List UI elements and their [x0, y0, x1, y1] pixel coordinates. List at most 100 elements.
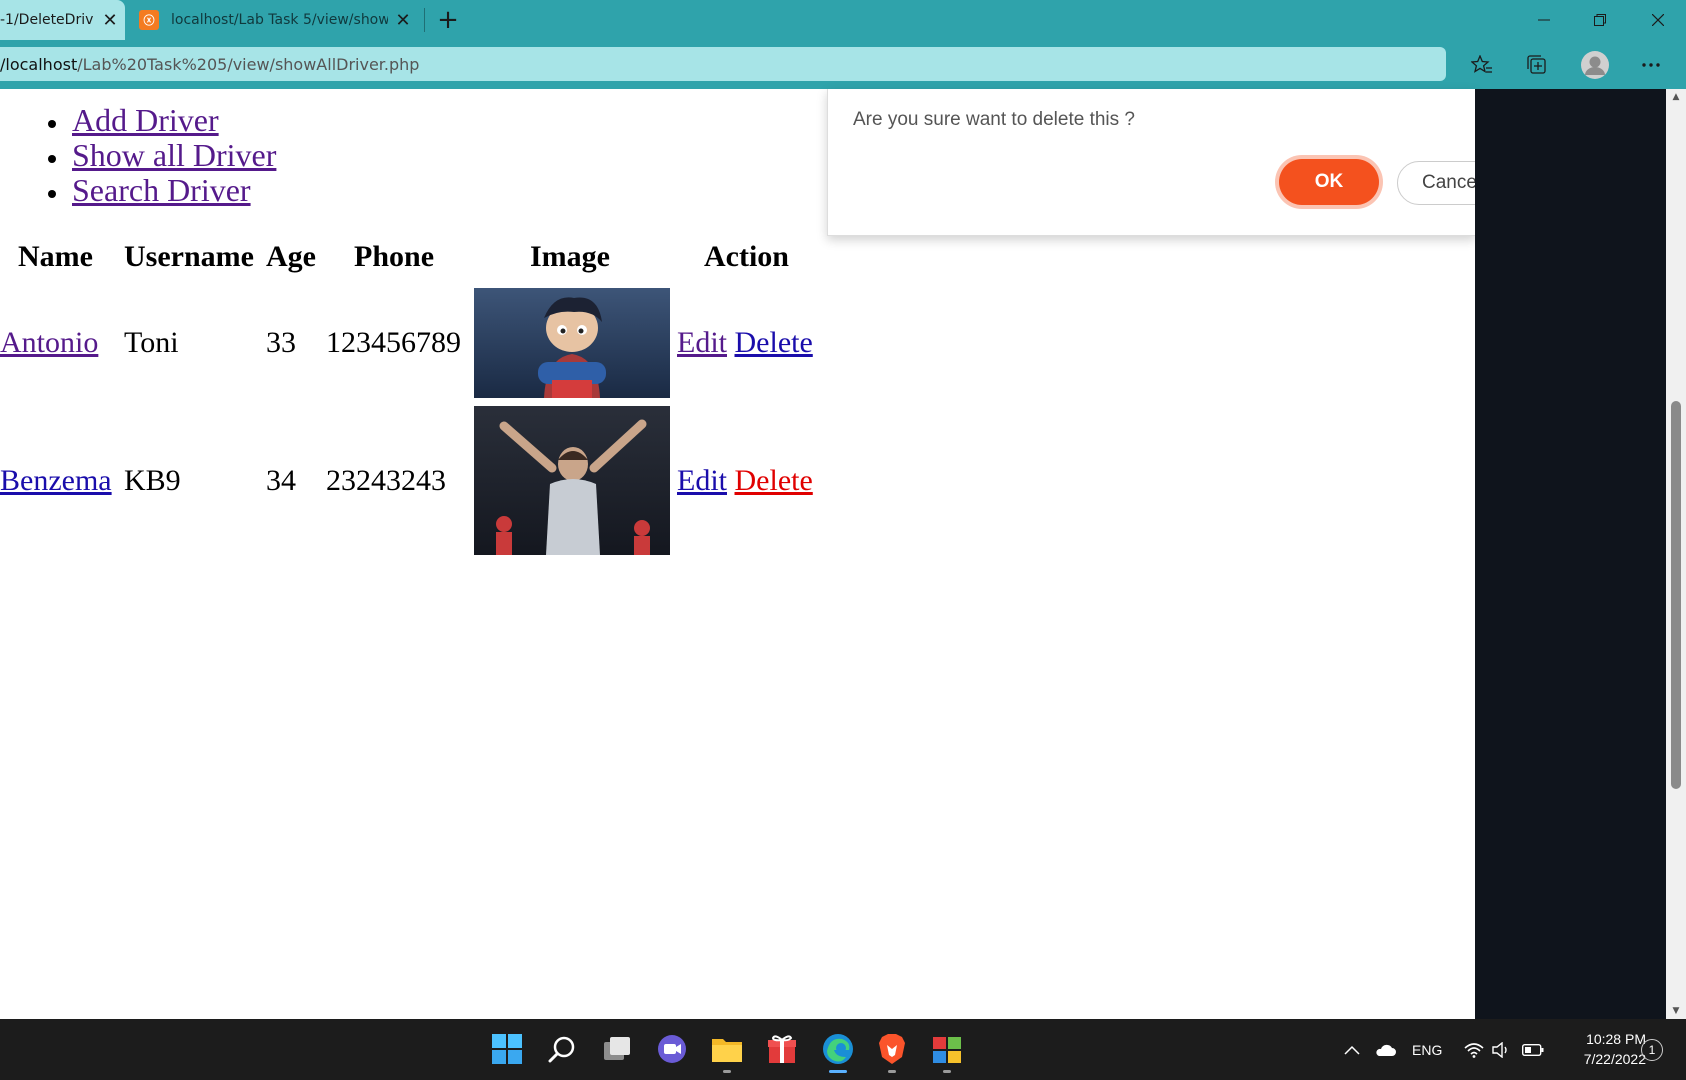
nav-item-show-all-driver: Show all Driver — [48, 138, 276, 173]
table-row-2-username: KB9 — [124, 464, 181, 497]
scroll-up-arrow-icon[interactable]: ▲ — [1666, 89, 1686, 105]
table-row-1-age: 33 — [266, 326, 296, 359]
running-indicator — [888, 1070, 896, 1073]
clock-date: 7/22/2022 — [1583, 1051, 1646, 1067]
table-row-1-username: Toni — [124, 326, 179, 359]
edit-link[interactable]: Edit — [677, 326, 727, 359]
address-bar: /localhost/Lab%20Task%205/view/showAllDr… — [0, 40, 1686, 89]
wifi-icon — [1464, 1042, 1484, 1058]
delete-link[interactable]: Delete — [735, 326, 813, 359]
start-button[interactable] — [489, 1031, 525, 1067]
side-pane — [1475, 89, 1666, 1019]
vertical-scrollbar[interactable]: ▲ ▼ — [1666, 89, 1686, 1019]
restore-button[interactable] — [1572, 0, 1628, 40]
close-window-button[interactable] — [1630, 0, 1686, 40]
driver-name-link[interactable]: Benzema — [0, 464, 112, 497]
tab-title: -1/DeleteDriv — [0, 12, 94, 28]
new-tab-button[interactable]: + — [432, 4, 464, 36]
more-icon — [1642, 63, 1660, 67]
minimize-icon — [1538, 19, 1550, 21]
url-field[interactable]: /localhost/Lab%20Task%205/view/showAllDr… — [0, 47, 1446, 81]
scroll-down-arrow-icon[interactable]: ▼ — [1666, 1003, 1686, 1019]
nav-item-search-driver: Search Driver — [48, 173, 276, 208]
clock[interactable]: 10:28 PM 7/22/2022 — [1558, 1029, 1646, 1069]
edge-browser-button[interactable] — [820, 1031, 856, 1073]
table-row-2-actions: Edit Delete — [677, 463, 813, 499]
chat-button[interactable] — [654, 1031, 690, 1067]
url-host: /localhost — [0, 54, 78, 74]
scroll-thumb[interactable] — [1671, 401, 1681, 789]
file-explorer-button[interactable] — [709, 1031, 745, 1073]
volume-button[interactable] — [1492, 1019, 1512, 1080]
header-age: Age — [266, 240, 316, 273]
tab-strip: -1/DeleteDriv ✕ ⓧ localhost/Lab Task 5/v… — [0, 0, 1686, 40]
favorites-button[interactable] — [1465, 48, 1499, 82]
battery-icon — [1522, 1043, 1544, 1056]
dialog-message: Are you sure want to delete this ? — [853, 109, 1135, 130]
show-hidden-icons-button[interactable] — [1344, 1019, 1360, 1080]
table-row-2-name: Benzema — [0, 463, 112, 499]
cancel-button[interactable]: Cance — [1397, 161, 1475, 205]
search-icon — [548, 1036, 575, 1063]
favorites-star-icon — [1471, 55, 1492, 73]
close-icon — [1652, 14, 1664, 26]
url-path: /Lab%20Task%205/view/showAllDriver.php — [77, 54, 420, 74]
collections-button[interactable] — [1520, 48, 1554, 82]
collections-icon — [1527, 55, 1546, 74]
ok-button[interactable]: OK — [1279, 159, 1379, 205]
delete-link[interactable]: Delete — [735, 464, 813, 497]
store-app-button[interactable] — [929, 1031, 965, 1073]
notification-badge[interactable]: 1 — [1641, 1039, 1663, 1061]
task-view-icon — [604, 1037, 630, 1060]
taskbar: ENG 10:28 PM 7/22/2022 1 — [0, 1019, 1686, 1080]
driver-name-link[interactable]: Antonio — [0, 326, 98, 359]
tab-title: localhost/Lab Task 5/view/showA — [171, 12, 388, 28]
tab-show-all-driver[interactable]: ⓧ localhost/Lab Task 5/view/showA ✕ — [125, 0, 418, 40]
search-button[interactable] — [544, 1031, 580, 1067]
header-image: Image — [530, 240, 610, 273]
driver-photo-benzema — [474, 406, 670, 555]
edge-icon — [823, 1034, 853, 1064]
table-row-1-name: Antonio — [0, 325, 98, 361]
profile-button[interactable] — [1578, 48, 1612, 82]
cloud-icon — [1376, 1044, 1396, 1056]
running-indicator — [723, 1070, 731, 1073]
nav-list: Add Driver Show all Driver Search Driver — [48, 103, 276, 208]
chat-icon — [658, 1035, 686, 1063]
header-phone: Phone — [354, 240, 435, 273]
xampp-icon: ⓧ — [139, 10, 159, 30]
chevron-up-icon — [1344, 1045, 1360, 1055]
add-driver-link[interactable]: Add Driver — [72, 102, 219, 138]
driver-photo-antonio — [474, 288, 670, 398]
gift-app-button[interactable] — [764, 1031, 800, 1067]
brave-browser-button[interactable] — [874, 1031, 910, 1073]
table-row-1-phone: 123456789 — [326, 326, 461, 359]
active-indicator — [829, 1070, 847, 1073]
header-username: Username — [124, 240, 254, 273]
wifi-button[interactable] — [1464, 1019, 1484, 1080]
close-icon[interactable]: ✕ — [95, 10, 125, 31]
battery-button[interactable] — [1522, 1019, 1544, 1080]
restore-icon — [1594, 14, 1606, 26]
close-icon[interactable]: ✕ — [388, 10, 418, 31]
settings-menu-button[interactable] — [1634, 48, 1668, 82]
onedrive-button[interactable] — [1374, 1019, 1396, 1080]
windows-start-icon — [492, 1034, 522, 1064]
speaker-icon — [1492, 1041, 1507, 1058]
confirm-dialog: Are you sure want to delete this ? OK — [827, 89, 1476, 236]
tab-delete-driver[interactable]: -1/DeleteDriv ✕ — [0, 0, 125, 40]
nav-item-add-driver: Add Driver — [48, 103, 276, 138]
minimize-button[interactable] — [1516, 0, 1572, 40]
search-driver-link[interactable]: Search Driver — [72, 172, 251, 208]
brave-lion-icon — [879, 1034, 905, 1064]
tab-divider — [424, 8, 425, 32]
avatar-icon — [1581, 51, 1609, 79]
language-indicator[interactable]: ENG — [1412, 1019, 1442, 1080]
running-indicator — [943, 1070, 951, 1073]
table-row-2-phone: 23243243 — [326, 464, 446, 497]
header-name: Name — [18, 240, 93, 273]
task-view-button[interactable] — [599, 1031, 635, 1067]
edit-link[interactable]: Edit — [677, 464, 727, 497]
folder-icon — [712, 1039, 742, 1062]
show-all-driver-link[interactable]: Show all Driver — [72, 137, 276, 173]
